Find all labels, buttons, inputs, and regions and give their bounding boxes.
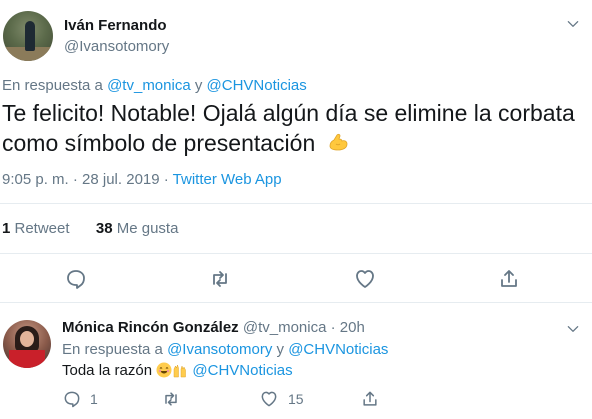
reply-context: En respuesta a @Ivansotomory y @CHVNotic… (62, 341, 388, 358)
mention-link[interactable]: @tv_monica (107, 77, 191, 94)
tweet-text: Toda la razón @CHVNoticias (62, 362, 293, 379)
reply-join: y (272, 341, 289, 358)
avatar[interactable] (3, 11, 53, 61)
share-icon[interactable] (497, 267, 521, 291)
retweet-icon[interactable] (161, 389, 181, 409)
chevron-down-icon[interactable] (566, 17, 580, 31)
mention-link[interactable]: @CHVNoticias (288, 341, 388, 358)
like-icon[interactable] (353, 267, 377, 291)
mention-link[interactable]: @CHVNoticias (192, 362, 292, 379)
reply-prefix: En respuesta a (2, 77, 108, 94)
reply-prefix: En respuesta a (62, 341, 168, 358)
retweets-label: Retweet (10, 220, 70, 237)
reply-context: En respuesta a @tv_monica y @CHVNoticias (2, 77, 307, 94)
tweet-time[interactable]: 20h (340, 319, 365, 336)
tweet-stats: 1 Retweet 38 Me gusta (2, 220, 178, 237)
flexed-biceps-emoji-icon (326, 131, 350, 155)
retweet-icon[interactable] (208, 267, 232, 291)
avatar[interactable] (3, 320, 51, 368)
avatar-figure (25, 21, 35, 51)
retweets-stat[interactable]: 1 Retweet (2, 220, 70, 237)
author-name[interactable]: Iván Fernando (64, 17, 167, 34)
likes-count: 38 (95, 220, 113, 237)
mention-link[interactable]: @CHVNoticias (207, 77, 307, 94)
separator: · (326, 319, 340, 336)
tweet-text-content: Toda la razón (62, 362, 157, 379)
author-handle[interactable]: @Ivansotomory (64, 38, 169, 55)
avatar-face (20, 331, 34, 347)
reply-tweet[interactable]: Mónica Rincón González @tv_monica · 20h … (0, 303, 592, 419)
like-icon[interactable] (259, 389, 279, 409)
like-count: 15 (288, 391, 304, 407)
tweet-thread: Iván Fernando @Ivansotomory En respuesta… (0, 0, 592, 419)
tweet-time[interactable]: 9:05 p. m. · 28 jul. 2019 · (2, 171, 173, 188)
reply-join: y (190, 77, 207, 94)
author-handle[interactable]: @tv_monica (243, 319, 327, 336)
mention-link[interactable]: @Ivansotomory (167, 341, 272, 358)
tweet-text-content: Te felicito! Notable! Ojalá algún día se… (2, 100, 575, 156)
avatar-shirt (9, 350, 45, 368)
chevron-down-icon[interactable] (566, 322, 580, 336)
tweet-text: Te felicito! Notable! Ojalá algún día se… (2, 98, 587, 158)
likes-label: Me gusta (112, 220, 179, 237)
reply-icon[interactable] (64, 267, 88, 291)
reply-header: Mónica Rincón González @tv_monica · 20h (62, 319, 365, 336)
tweet-source[interactable]: Twitter Web App (173, 171, 282, 188)
smiling-face-emoji-icon (156, 362, 172, 378)
tweet-meta: 9:05 p. m. · 28 jul. 2019 · Twitter Web … (2, 171, 282, 188)
likes-stat[interactable]: 38 Me gusta (96, 220, 179, 237)
raising-hands-emoji-icon (172, 362, 188, 378)
reply-icon[interactable] (62, 389, 82, 409)
divider (0, 203, 592, 204)
reply-count: 1 (90, 391, 98, 407)
share-icon[interactable] (360, 389, 380, 409)
author-name[interactable]: Mónica Rincón González (62, 319, 239, 336)
divider (0, 253, 592, 254)
main-tweet: Iván Fernando @Ivansotomory En respuesta… (0, 0, 592, 302)
